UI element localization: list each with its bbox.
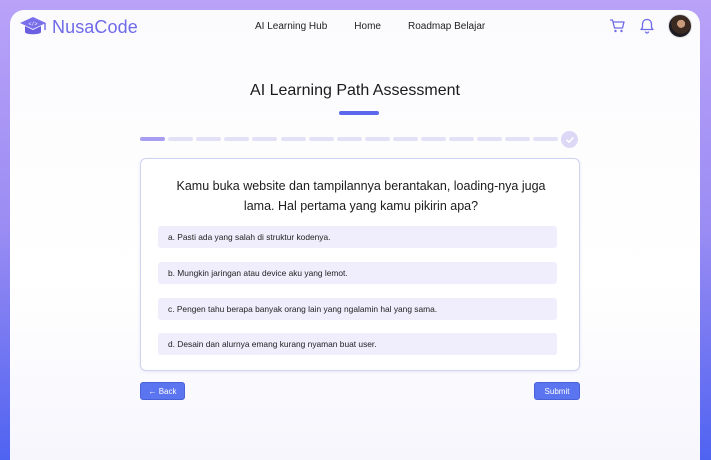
bell-icon[interactable] [638,17,656,35]
question-text: Kamu buka website dan tampilannya berant… [176,179,546,213]
page-title: AI Learning Path Assessment [250,82,460,99]
logo[interactable]: </> NusaCode [19,16,138,38]
progress-segment [533,137,559,141]
logo-text: NusaCode [52,16,138,37]
option-a[interactable]: a. Pasti ada yang salah di struktur kode… [158,226,557,248]
cart-icon[interactable] [608,17,626,35]
graduation-code-icon: </> [20,17,46,35]
progress-segment [168,137,194,141]
progress-segment [477,137,503,141]
progress-segment [505,137,531,141]
progress-segment [252,137,278,141]
progress-segment [224,137,250,141]
progress-segment [140,137,165,141]
app-frame: </> NusaCode AI Learning Hub Home Roadma… [10,10,700,460]
option-b[interactable]: b. Mungkin jaringan atau device aku yang… [158,262,557,284]
title-underline [339,111,379,115]
question-card: Kamu buka website dan tampilannya berant… [140,158,580,371]
progress-segment [280,137,306,141]
nav-links: AI Learning Hub Home Roadmap Belajar [255,21,485,32]
progress-segment [308,137,334,141]
progress-segment [449,137,475,141]
nav-ai-learning-hub[interactable]: AI Learning Hub [255,21,327,32]
nav-home[interactable]: Home [354,21,381,32]
progress-bar [140,131,579,149]
progress-segment [392,137,418,141]
nav-icons [608,14,692,38]
svg-text:</>: </> [28,21,37,27]
submit-button[interactable]: Submit [534,382,580,400]
navbar: </> NusaCode AI Learning Hub Home Roadma… [10,10,700,46]
back-button[interactable]: ← Back [140,382,185,400]
progress-segment [421,137,446,141]
progress-segment [196,137,222,141]
progress-segment [336,137,362,141]
progress-segment [364,137,390,141]
option-c[interactable]: c. Pengen tahu berapa banyak orang lain … [158,298,557,320]
avatar[interactable] [668,14,692,38]
option-d[interactable]: d. Desain dan alurnya emang kurang nyama… [158,333,557,355]
nav-roadmap-belajar[interactable]: Roadmap Belajar [408,21,485,32]
progress-end-check-icon [561,131,578,148]
